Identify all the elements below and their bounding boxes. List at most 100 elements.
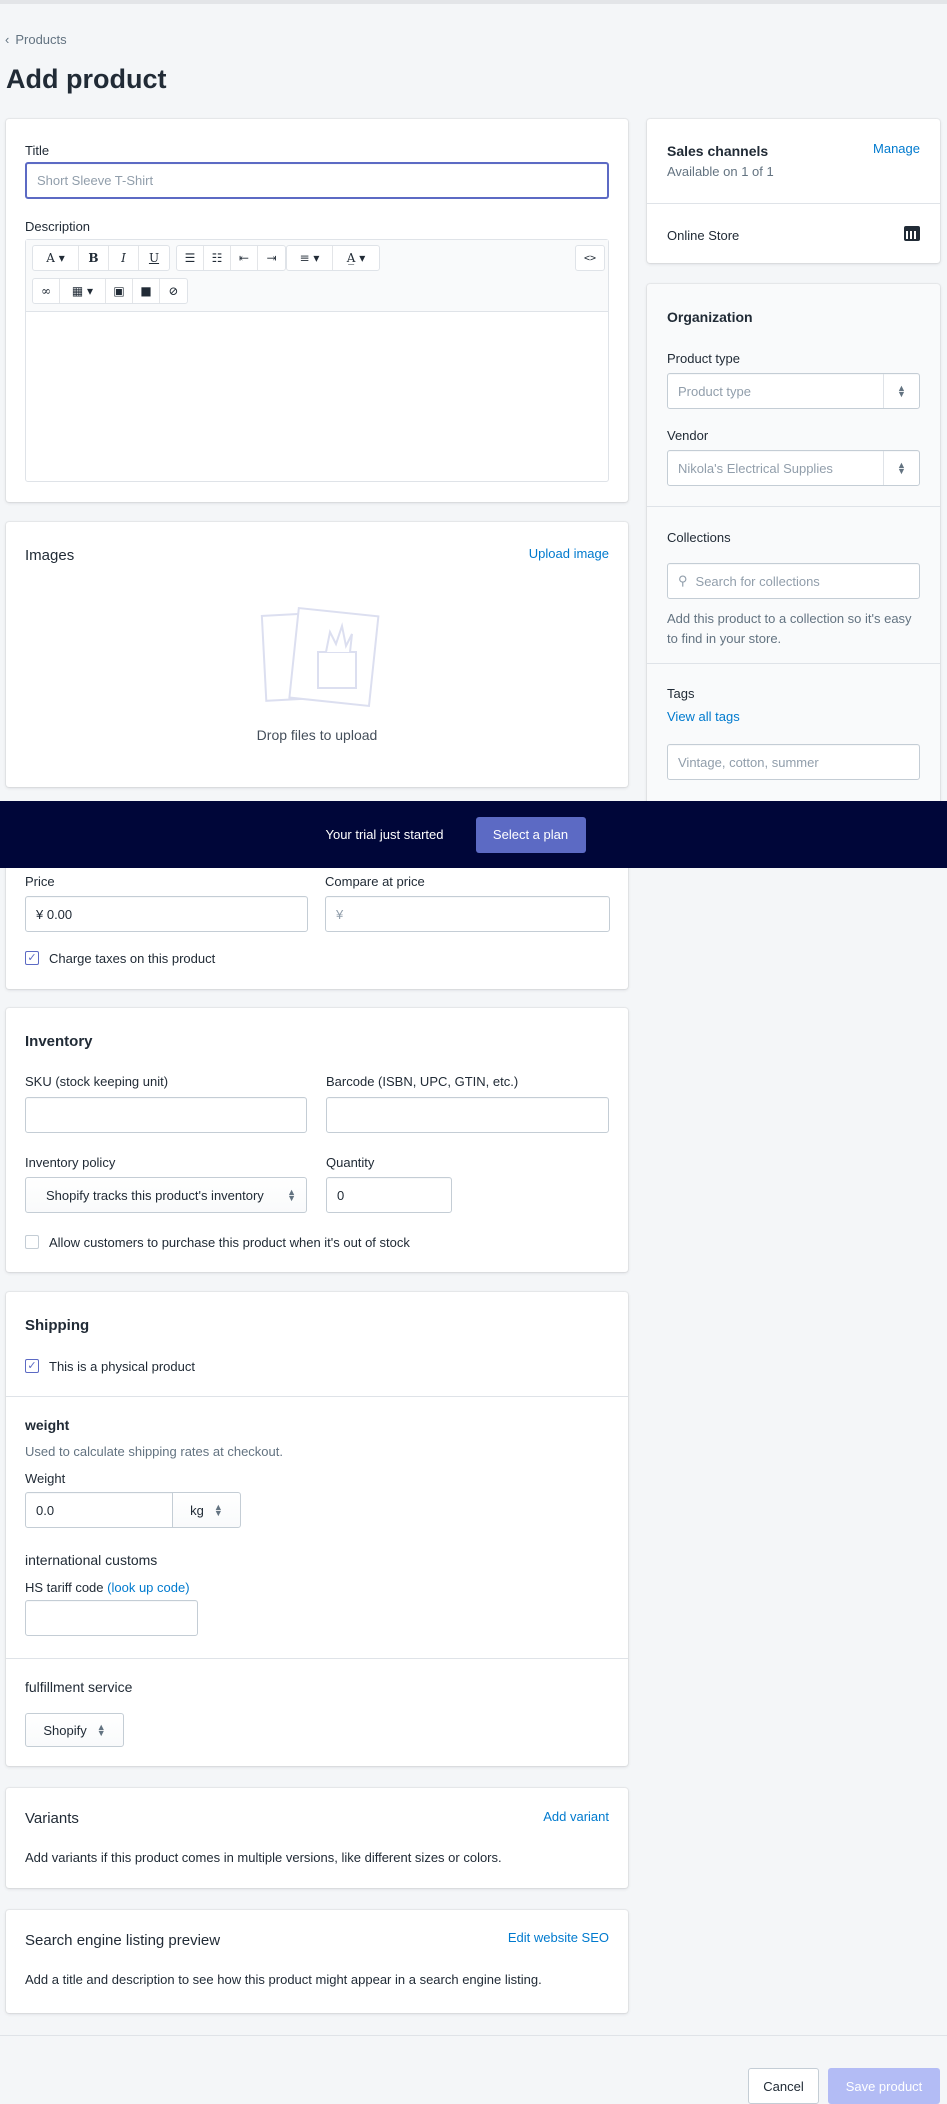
add-variant-link[interactable]: Add variant xyxy=(543,1809,609,1824)
sales-channels-heading: Sales channels xyxy=(667,143,769,159)
inventory-policy-select[interactable]: Shopify tracks this product's inventory ▲… xyxy=(25,1177,307,1213)
top-bar xyxy=(0,0,947,4)
description-editor[interactable]: A ▾ B I U ☰ ☷ ⇤ ⇥ ≡ ▾ A̲ ▾ <> ∞ ▦ ▾ ▣ ■ … xyxy=(25,239,609,482)
title-label: Title xyxy=(25,143,50,158)
price-input[interactable]: ¥ 0.00 xyxy=(25,896,308,932)
divider xyxy=(647,203,940,204)
barcode-label: Barcode (ISBN, UPC, GTIN, etc.) xyxy=(326,1074,519,1089)
allow-oversell-label: Allow customers to purchase this product… xyxy=(49,1235,410,1250)
select-plan-button[interactable]: Select a plan xyxy=(475,816,586,853)
table-icon[interactable]: ▦ ▾ xyxy=(60,279,106,303)
text-color-button[interactable]: A̲ ▾ xyxy=(333,246,379,270)
quantity-input[interactable]: 0 xyxy=(326,1177,452,1213)
hs-code-label: HS tariff code (look up code) xyxy=(25,1580,190,1595)
cancel-button[interactable]: Cancel xyxy=(748,2068,819,2104)
organization-heading: Organization xyxy=(667,309,753,325)
physical-product-checkbox[interactable]: ✓ xyxy=(25,1359,39,1373)
format-group: A ▾ B I U xyxy=(32,245,170,271)
divider xyxy=(6,1658,628,1659)
inventory-policy-label: Inventory policy xyxy=(25,1155,116,1170)
vendor-label: Vendor xyxy=(667,428,709,443)
chevron-left-icon: ‹ xyxy=(5,32,10,47)
page-title: Add product xyxy=(6,64,167,94)
list-group: ☰ ☷ ⇤ ⇥ xyxy=(176,245,286,271)
bold-button[interactable]: B xyxy=(79,246,109,270)
images-card: Images Upload image Drop files to upload xyxy=(6,522,628,787)
select-arrows-icon: ▲ ▼ xyxy=(897,460,906,476)
link-icon[interactable]: ∞ xyxy=(33,279,60,303)
vendor-combobox[interactable]: Nikola's Electrical Supplies ▲ ▼ xyxy=(667,450,920,486)
html-group: <> xyxy=(575,245,605,271)
hs-code-input[interactable] xyxy=(25,1600,198,1636)
variants-description: Add variants if this product comes in mu… xyxy=(25,1850,502,1865)
price-label: Price xyxy=(25,874,55,889)
shipping-heading: Shipping xyxy=(25,1317,90,1334)
video-icon[interactable]: ■ xyxy=(133,279,160,303)
save-product-button[interactable]: Save product xyxy=(828,2068,940,2104)
organization-card: Organization Product type Product type ▲ ▼… xyxy=(647,284,940,824)
edit-seo-link[interactable]: Edit website SEO xyxy=(508,1930,609,1945)
product-type-combobox[interactable]: Product type ▲ ▼ xyxy=(667,373,920,409)
seo-card: Search engine listing preview Edit websi… xyxy=(6,1910,628,2013)
inventory-card: Inventory SKU (stock keeping unit) Barco… xyxy=(6,1008,628,1272)
collections-help: Add this product to a collection so it's… xyxy=(667,611,912,646)
charge-taxes-checkbox[interactable]: ✓ xyxy=(25,951,39,965)
breadcrumb[interactable]: ‹ Products xyxy=(5,32,67,47)
manage-link[interactable]: Manage xyxy=(873,141,920,156)
fulfillment-select[interactable]: Shopify ▲ ▼ xyxy=(25,1713,124,1747)
availability-text: Available on 1 of 1 xyxy=(667,164,774,179)
sales-channels-card: Sales channels Manage Available on 1 of … xyxy=(647,119,940,263)
sku-label: SKU (stock keeping unit) xyxy=(25,1074,169,1089)
bullet-list-icon[interactable]: ☰ xyxy=(177,246,204,270)
online-store-label: Online Store xyxy=(667,228,740,243)
weight-heading: weight xyxy=(25,1417,70,1433)
variants-heading: Variants xyxy=(25,1810,79,1827)
indent-icon[interactable]: ⇥ xyxy=(258,246,285,270)
photos-illustration-icon xyxy=(260,606,380,708)
trial-banner: Your trial just started Select a plan xyxy=(0,801,947,868)
drop-files-text: Drop files to upload xyxy=(256,727,378,743)
divider xyxy=(647,663,940,664)
inventory-heading: Inventory xyxy=(25,1033,93,1050)
collections-search-input[interactable]: ⚲ Search for collections xyxy=(667,563,920,599)
seo-description: Add a title and description to see how t… xyxy=(25,1972,542,1987)
divider xyxy=(647,506,940,507)
view-all-tags-link[interactable]: View all tags xyxy=(667,709,740,724)
customs-heading: international customs xyxy=(25,1552,158,1568)
compare-price-label: Compare at price xyxy=(325,874,425,889)
footer-divider xyxy=(0,2035,947,2036)
align-button[interactable]: ≡ ▾ xyxy=(287,246,333,270)
numbered-list-icon[interactable]: ☷ xyxy=(204,246,231,270)
compare-price-input[interactable]: ¥ xyxy=(325,896,610,932)
calendar-icon[interactable] xyxy=(904,226,920,241)
divider xyxy=(6,1396,628,1397)
images-heading: Images xyxy=(25,547,75,564)
shipping-card: Shipping ✓ This is a physical product we… xyxy=(6,1292,628,1766)
underline-button[interactable]: U xyxy=(139,246,169,270)
select-arrows-icon: ▲ ▼ xyxy=(213,1502,223,1518)
charge-taxes-label: Charge taxes on this product xyxy=(49,951,216,966)
weight-help: Used to calculate shipping rates at chec… xyxy=(25,1444,283,1459)
allow-oversell-checkbox[interactable] xyxy=(25,1235,39,1249)
title-input[interactable]: Short Sleeve T-Shirt xyxy=(25,162,609,199)
tags-input[interactable]: Vintage, cotton, summer xyxy=(667,744,920,780)
font-style-button[interactable]: A ▾ xyxy=(33,246,79,270)
product-type-label: Product type xyxy=(667,351,740,366)
variants-card: Variants Add variant Add variants if thi… xyxy=(6,1788,628,1888)
search-icon: ⚲ xyxy=(678,573,688,588)
sku-input[interactable] xyxy=(25,1097,307,1133)
tags-label: Tags xyxy=(667,686,695,701)
code-view-button[interactable]: <> xyxy=(576,246,604,270)
upload-image-link[interactable]: Upload image xyxy=(529,546,609,561)
weight-input[interactable]: 0.0 xyxy=(25,1492,173,1528)
image-icon[interactable]: ▣ xyxy=(106,279,133,303)
outdent-icon[interactable]: ⇤ xyxy=(231,246,258,270)
quantity-label: Quantity xyxy=(326,1155,375,1170)
clear-format-icon[interactable]: ⊘ xyxy=(160,279,187,303)
physical-product-label: This is a physical product xyxy=(49,1359,195,1374)
weight-unit-select[interactable]: kg ▲ ▼ xyxy=(172,1492,241,1528)
look-up-code-link[interactable]: (look up code) xyxy=(107,1580,189,1595)
barcode-input[interactable] xyxy=(326,1097,609,1133)
italic-button[interactable]: I xyxy=(109,246,139,270)
select-arrows-icon: ▲ ▼ xyxy=(96,1722,106,1738)
